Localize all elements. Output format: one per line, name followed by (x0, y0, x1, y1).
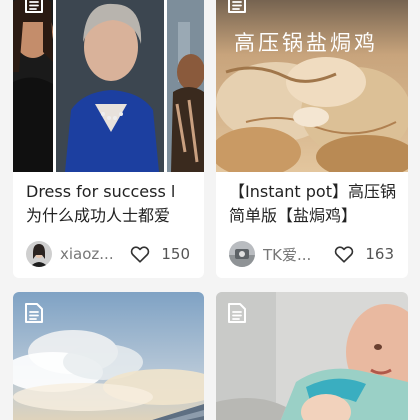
note-icon (23, 302, 45, 324)
note-card[interactable] (13, 292, 204, 420)
note-card[interactable]: 高压锅盐焗鸡 【Instant pot】高压锅简单版【盐焗鸡】 TK爱... 1… (216, 0, 408, 278)
avatar[interactable] (229, 241, 255, 267)
author-name[interactable]: TK爱... (263, 244, 311, 265)
cover-image[interactable] (13, 0, 204, 172)
card-meta: TK爱... 163 (229, 240, 394, 268)
like-count: 163 (365, 245, 394, 263)
note-card[interactable] (216, 292, 408, 420)
cover-image[interactable] (216, 0, 408, 172)
card-title[interactable]: Dress for success l 为什么成功人士都爱 (26, 180, 192, 228)
avatar[interactable] (26, 241, 52, 267)
note-card[interactable]: Dress for success l 为什么成功人士都爱 xiaoz... 1… (13, 0, 204, 278)
like-count: 150 (161, 245, 190, 263)
cover-text: 高压锅盐焗鸡 (234, 31, 378, 55)
card-title[interactable]: 【Instant pot】高压锅简单版【盐焗鸡】 (229, 180, 396, 228)
note-icon (23, 0, 45, 14)
heart-icon[interactable] (333, 243, 355, 265)
author-name[interactable]: xiaoz... (60, 245, 114, 263)
heart-icon[interactable] (129, 243, 151, 265)
note-icon (226, 0, 248, 14)
card-meta: xiaoz... 150 (26, 240, 190, 268)
note-icon (226, 302, 248, 324)
